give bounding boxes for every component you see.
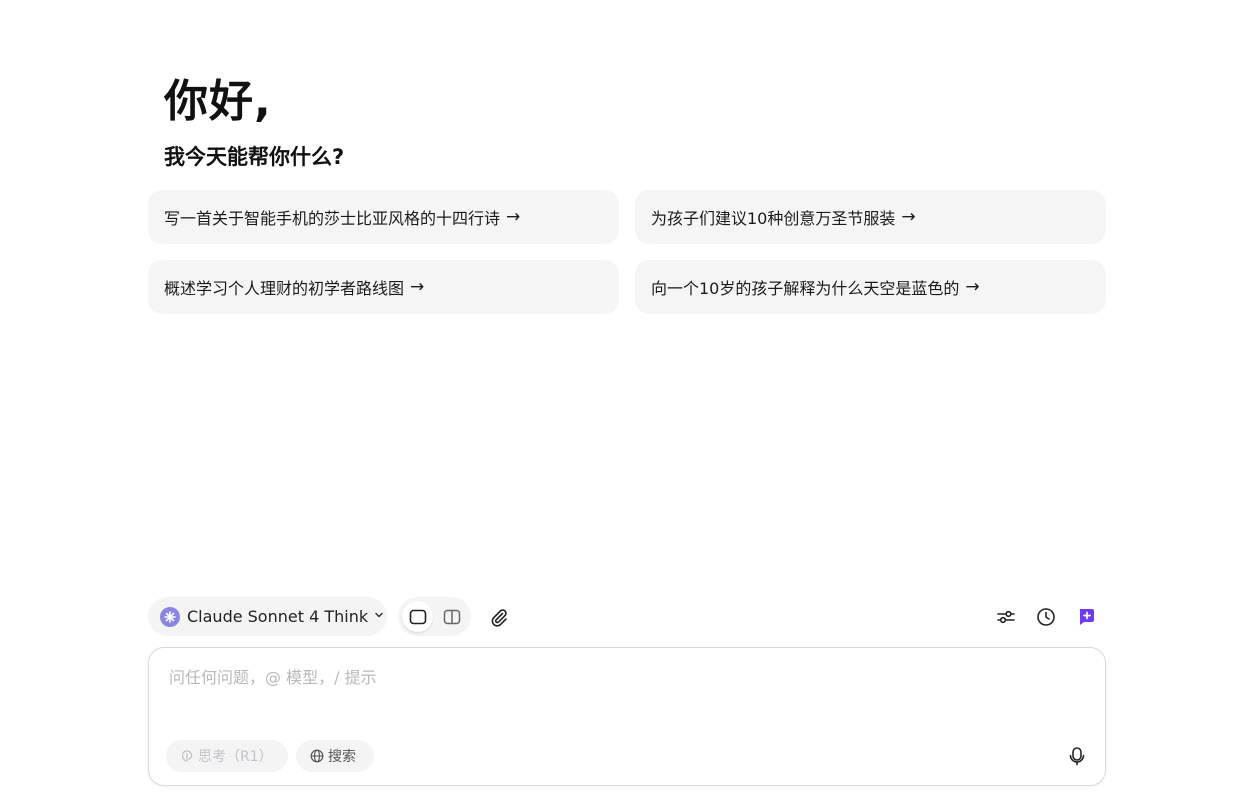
- think-label: 思考（R1）: [198, 749, 273, 765]
- greeting-title: 你好,: [164, 76, 272, 127]
- brain-icon: [180, 749, 194, 763]
- clock-icon[interactable]: [1033, 604, 1059, 630]
- suggestion-label: 概述学习个人理财的初学者路线图: [164, 279, 405, 298]
- suggestion-label: 向一个10岁的孩子解释为什么天空是蓝色的: [651, 279, 960, 298]
- search-toggle-button[interactable]: 搜索: [296, 740, 374, 772]
- arrow-right-icon: →: [410, 277, 425, 297]
- prompt-input[interactable]: [167, 662, 1071, 726]
- asterisk-icon: [160, 606, 180, 627]
- page: 你好, 我今天能帮你什么? 写一首关于智能手机的莎士比亚风格的十四行诗 → 为孩…: [0, 0, 1234, 812]
- suggestion-card[interactable]: 向一个10岁的孩子解释为什么天空是蓝色的 →: [635, 260, 1106, 314]
- suggestion-card[interactable]: 为孩子们建议10种创意万圣节服装 →: [635, 190, 1106, 244]
- suggestion-card[interactable]: 写一首关于智能手机的莎士比亚风格的十四行诗 →: [148, 190, 619, 244]
- paperclip-icon[interactable]: [486, 604, 512, 630]
- globe-icon: [310, 749, 324, 763]
- suggestion-card[interactable]: 概述学习个人理财的初学者路线图 →: [148, 260, 619, 314]
- sliders-icon[interactable]: [993, 604, 1019, 630]
- arrow-right-icon: →: [901, 207, 916, 227]
- suggestion-label: 为孩子们建议10种创意万圣节服装: [651, 209, 896, 228]
- composer: 思考（R1） 搜索: [148, 647, 1106, 786]
- think-toggle-button[interactable]: 思考（R1）: [166, 740, 288, 772]
- split-pane-icon[interactable]: [436, 601, 467, 632]
- layout-toggle: [398, 597, 471, 636]
- single-pane-icon[interactable]: [402, 601, 433, 632]
- model-selector-button[interactable]: Claude Sonnet 4 Think: [148, 597, 387, 636]
- model-name: Claude Sonnet 4 Think: [187, 607, 369, 626]
- chevron-down-icon: [374, 610, 384, 623]
- greeting-subtitle: 我今天能帮你什么?: [164, 145, 345, 169]
- search-label: 搜索: [328, 749, 356, 765]
- arrow-right-icon: →: [506, 207, 521, 227]
- new-chat-icon[interactable]: [1073, 604, 1099, 630]
- arrow-right-icon: →: [965, 277, 980, 297]
- suggestion-label: 写一首关于智能手机的莎士比亚风格的十四行诗: [164, 209, 501, 228]
- composer-toolbar: Claude Sonnet 4 Think: [148, 597, 1106, 637]
- microphone-icon[interactable]: [1065, 744, 1089, 768]
